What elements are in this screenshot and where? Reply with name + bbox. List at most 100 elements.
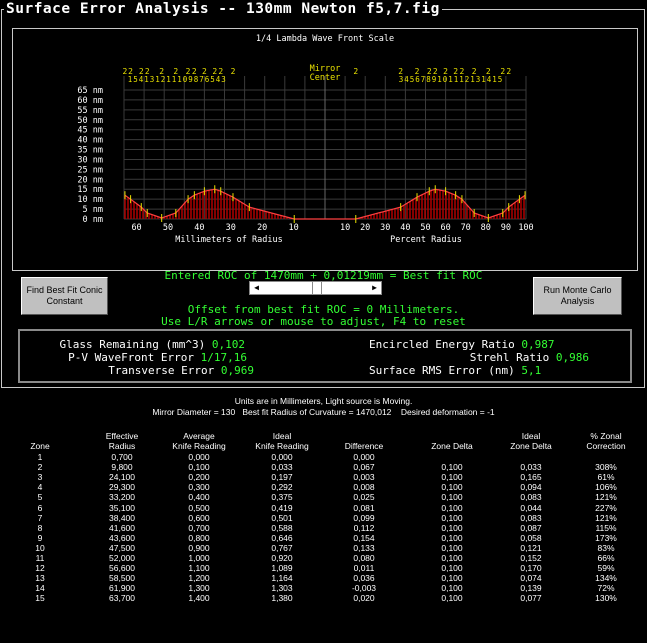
slider-right-arrow-icon[interactable]: ▶ [368,282,381,294]
table-header-cell: % Zonal [590,431,622,441]
zone-marker-left-sub: 1 [144,75,149,84]
x-tick-label-left: 60 [131,223,141,233]
zone-marker-right-sub: 1 [481,75,486,84]
encircled-energy-label: Encircled Energy Ratio [369,338,515,351]
table-cell: 121% [595,512,617,523]
table-header-cell: Difference [344,441,384,451]
encircled-energy-value: 0,987 [521,338,555,351]
table-cell: 106% [595,482,617,493]
y-tick-label: 5 nm [83,205,103,215]
strehl-ratio-value: 0,986 [555,351,589,364]
pv-wavefront-label: P-V WaveFront Error [68,351,195,364]
y-tick-label: 45 nm [77,126,103,136]
statistics-panel: Glass Remaining (mm^3) 0,102 P-V WaveFro… [18,329,632,383]
table-cell: 115% [595,522,617,533]
zone-marker-left-sub: 1 [155,75,160,84]
roc-offset-slider[interactable]: ◀ ▶ [249,281,382,295]
x-tick-label-right: 90 [501,223,511,233]
table-cell: 59% [597,563,615,574]
table-cell: 121% [595,492,617,503]
table-cell: 0,080 [353,553,375,563]
glass-remaining-value: 0,102 [211,338,245,351]
zone-marker-left-sub: 9 [188,75,193,84]
y-tick-label: 65 nm [77,86,103,96]
zone-marker-right-sub: 1 [470,75,475,84]
x-tick-label-left: 40 [194,223,204,233]
table-cell: 0,081 [353,502,375,513]
zone-marker-right-sub: 3 [399,75,404,84]
surface-rms-label: Surface RMS Error (nm) [369,364,515,377]
zone-marker-right-sub: 3 [476,75,481,84]
mirror-diameter: Mirror Diameter = 130 [152,407,236,417]
zone-marker-left-sub: 4 [216,75,221,84]
zone-marker-left-sub: 1 [177,75,182,84]
best-fit-radius: Best fit Radius of Curvature = 1470,012 [242,407,392,417]
x-tick-label-right: 10 [340,223,350,233]
zone-marker-left-sub: 6 [205,75,210,84]
zone-marker-left-sub: 4 [139,75,144,84]
table-header-cell: Ideal [272,431,292,441]
zone-marker-left: 2 [231,67,236,76]
table-cell: 130% [595,593,617,604]
zone-marker-right-sub: 6 [415,75,420,84]
table-cell: 0,003 [353,472,375,483]
y-tick-label: 55 nm [77,106,103,116]
zone-marker-right-sub: 4 [404,75,409,84]
table-cell: 66% [597,553,615,563]
zone-marker-right-sub: 7 [421,75,426,84]
table-cell: 227% [595,502,617,513]
zone-marker-left-sub: 7 [199,75,204,84]
mirror-geometry-info: Mirror Diameter = 130 Best fit Radius of… [0,407,647,417]
table-cell: 0,154 [353,532,375,543]
glass-remaining-label: Glass Remaining (mm^3) [59,338,206,351]
zone-marker-right-sub: 1 [437,75,442,84]
y-tick-label: 0 nm [83,215,103,225]
transverse-error-label: Transverse Error [108,364,215,377]
zone-marker-right-sub: 5 [410,75,415,84]
encircled-energy-stat: Encircled Energy Ratio 0,987 [369,338,554,351]
strehl-ratio-stat: Strehl Ratio 0,986 [369,351,589,364]
x-tick-label-right: 80 [481,223,491,233]
zone-marker-right-sub: 0 [443,75,448,84]
table-cell: 0,067 [353,462,375,473]
x-tick-label-right: 60 [440,223,450,233]
zone-marker-left-sub: 3 [221,75,226,84]
zone-marker-left-sub: 8 [194,75,199,84]
adjust-hint: Use L/R arrows or mouse to adjust, F4 to… [161,315,466,328]
y-tick-label: 50 nm [77,116,103,126]
y-tick-label: 10 nm [77,195,103,205]
table-cell: -0,003 [351,583,377,594]
zone-marker-right-sub: 4 [487,75,492,84]
zone-marker-left-sub: 5 [210,75,215,84]
transverse-error-value: 0,969 [220,364,254,377]
y-tick-label: 30 nm [77,155,103,165]
slider-left-arrow-icon[interactable]: ◀ [250,282,263,294]
zone-marker-right-sub: 2 [465,75,470,84]
strehl-ratio-label: Strehl Ratio [469,351,550,364]
table-cell: 134% [595,573,617,584]
x-tick-label-left: 20 [257,223,267,233]
table-cell: 0,133 [353,542,375,553]
x-tick-label-left: 30 [226,223,236,233]
y-tick-label: 15 nm [77,185,103,195]
x-tick-label-right: 50 [420,223,430,233]
zone-marker-left-sub: 1 [166,75,171,84]
x-tick-label-right: 20 [360,223,370,233]
slider-thumb[interactable] [312,282,322,294]
x-tick-label-right: 30 [380,223,390,233]
window-title: Surface Error Analysis -- 130mm Newton f… [4,0,442,18]
surface-rms-value: 5,1 [521,364,542,377]
zone-marker-right: 2 [506,67,511,76]
zone-marker-right-sub: 1 [492,75,497,84]
table-cell: 83% [597,542,615,553]
y-tick-label: 40 nm [77,136,103,146]
zone-marker-right-sub: 8 [426,75,431,84]
x-tick-label-right: 100 [518,223,533,233]
y-tick-label: 35 nm [77,146,103,156]
desired-deformation: Desired deformation = -1 [400,407,495,417]
y-tick-label: 60 nm [77,96,103,106]
table-cell: 61% [597,472,615,483]
table-cell: 0,112 [353,522,375,533]
zone-marker-right-sub: 1 [459,75,464,84]
zone-marker-left-sub: 1 [172,75,177,84]
